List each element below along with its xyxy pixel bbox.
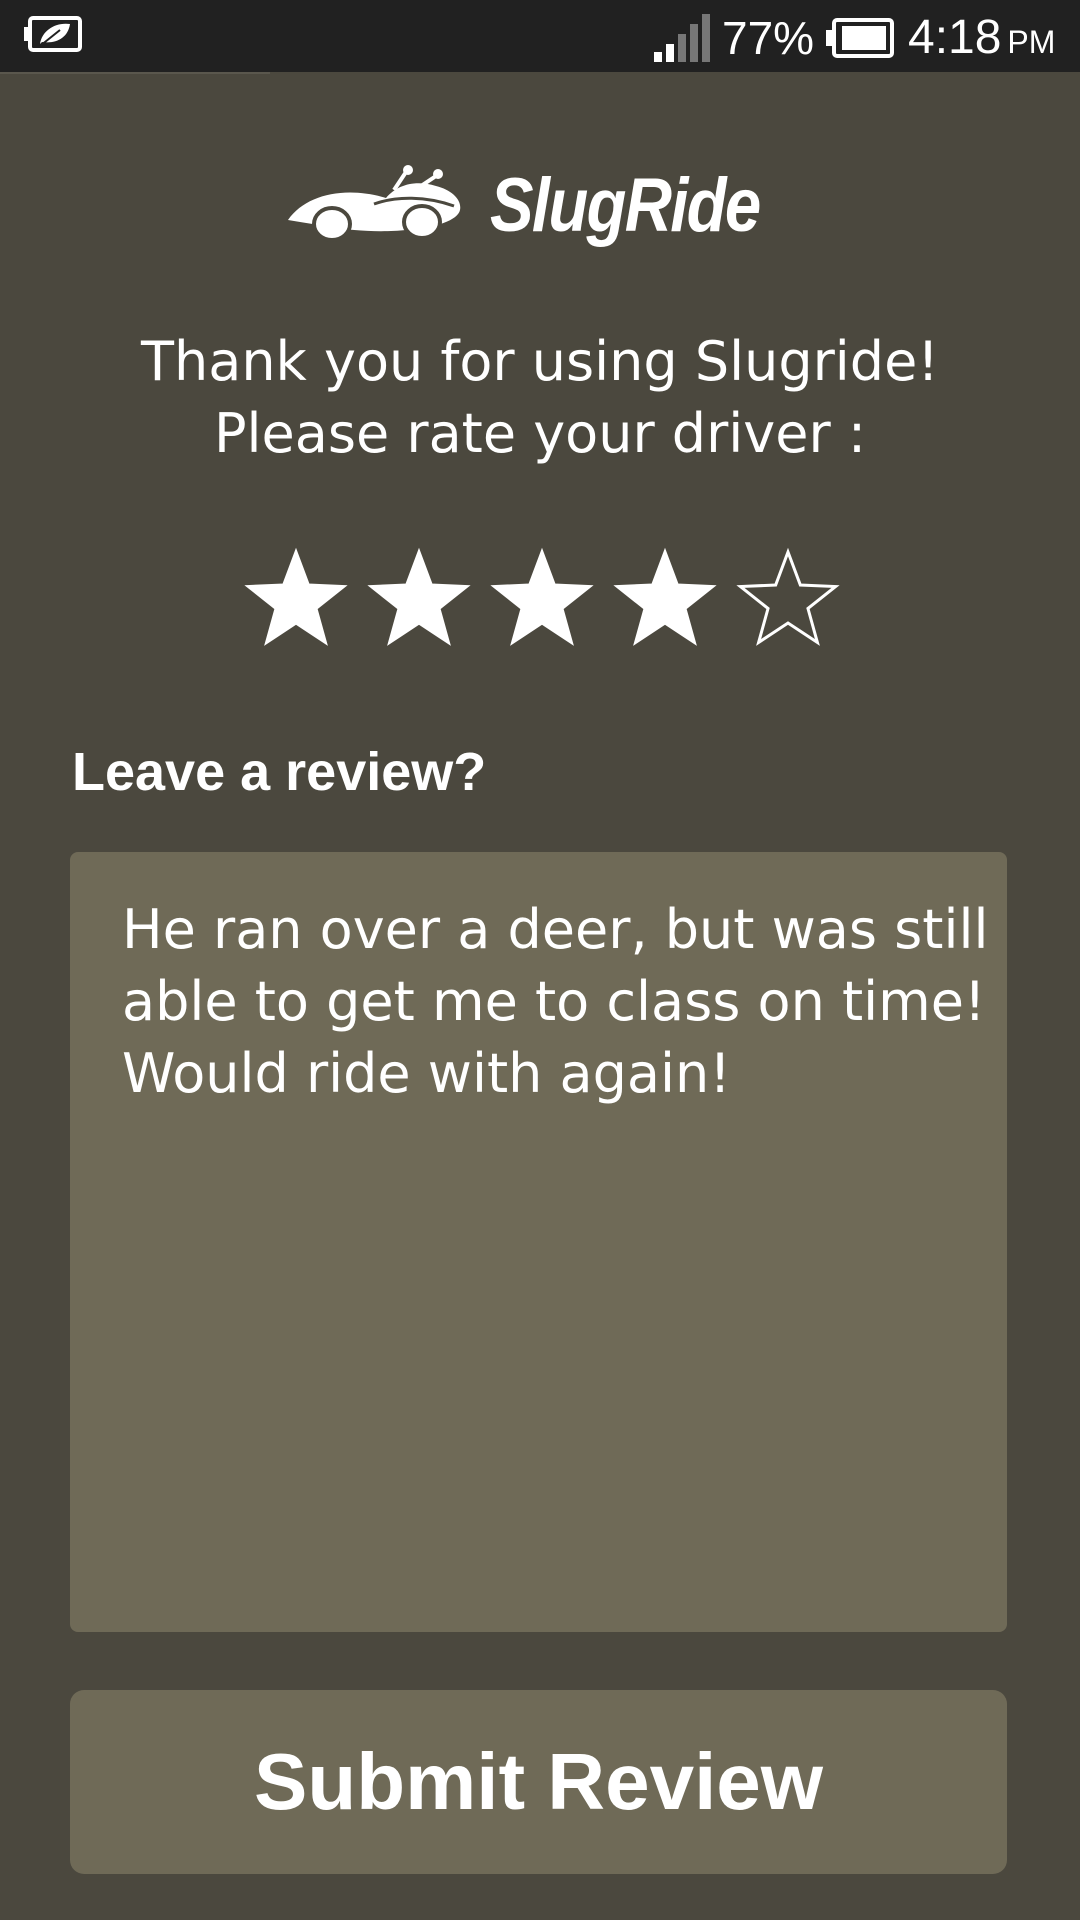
app-name: SlugRide (490, 163, 761, 248)
status-divider (0, 72, 270, 74)
star-filled-icon[interactable] (242, 546, 350, 654)
submit-review-label: Submit Review (253, 1737, 824, 1826)
status-bar: 77% 4:18 PM (0, 0, 1080, 72)
star-rating[interactable] (242, 546, 842, 654)
clock-ampm: PM (1007, 24, 1056, 60)
review-text[interactable]: He ran over a deer, but was still able t… (122, 894, 992, 1110)
clock: 4:18 PM (908, 10, 1055, 70)
star-filled-icon[interactable] (488, 546, 596, 654)
slug-car-logo-icon (288, 165, 461, 242)
review-label: Leave a review? (72, 742, 487, 802)
review-text-field[interactable]: He ran over a deer, but was still able t… (70, 852, 1007, 1632)
clock-time: 4:18 (908, 11, 1002, 64)
battery-icon (826, 18, 894, 58)
star-filled-icon[interactable] (611, 546, 719, 654)
prompt-line-1: Thank you for using Slugride! (141, 330, 939, 393)
cell-signal-icon (654, 14, 710, 62)
prompt-line-2: Please rate your driver : (213, 402, 867, 465)
leaf-battery-saver-icon (24, 16, 82, 52)
battery-percent: 77% (722, 12, 815, 64)
submit-review-button[interactable]: Submit Review (70, 1690, 1007, 1874)
star-empty-icon[interactable] (734, 546, 842, 654)
rating-prompt: Thank you for using Slugride! Please rat… (0, 326, 1080, 470)
star-filled-icon[interactable] (365, 546, 473, 654)
app-logo: SlugRide (0, 156, 1080, 266)
